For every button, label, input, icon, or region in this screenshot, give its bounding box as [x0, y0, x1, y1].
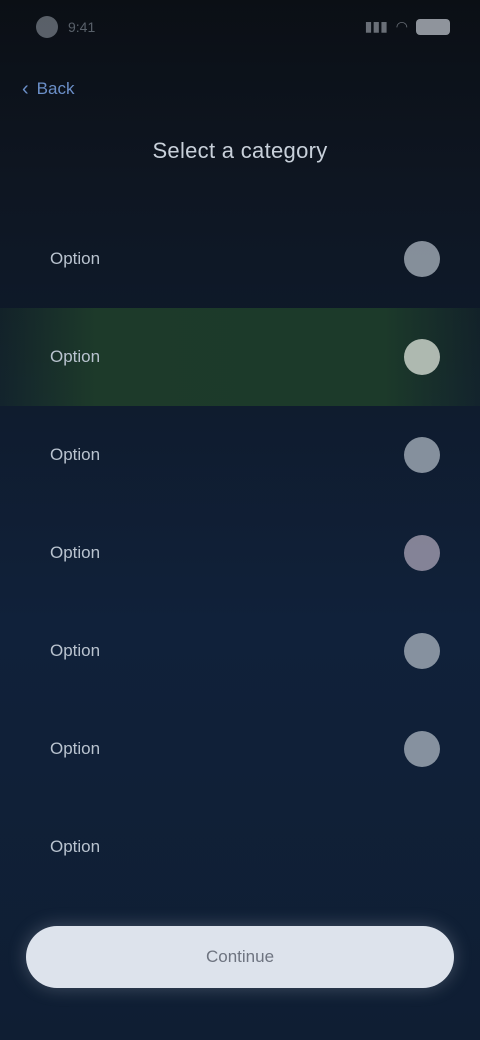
chevron-left-icon: ‹ — [22, 78, 29, 100]
status-right: ▮▮▮ ◠ — [365, 18, 450, 35]
radio-icon[interactable] — [404, 535, 440, 571]
page-title: Select a category — [152, 138, 328, 163]
screen: 9:41 ▮▮▮ ◠ ‹ Back Select a category Opti… — [0, 0, 480, 1040]
option-row-7[interactable]: Option — [0, 798, 480, 896]
options-list: Option Option Option Option Option Optio… — [0, 210, 480, 896]
option-row-1[interactable]: Option — [0, 210, 480, 308]
wifi-icon: ◠ — [395, 18, 408, 34]
radio-icon[interactable] — [404, 633, 440, 669]
option-label: Option — [50, 445, 101, 464]
option-row-3[interactable]: Option — [0, 406, 480, 504]
option-label: Option — [50, 543, 101, 562]
status-bar: 9:41 ▮▮▮ ◠ — [0, 0, 480, 56]
continue-button[interactable]: Continue — [26, 926, 454, 988]
option-row-6[interactable]: Option — [0, 700, 480, 798]
option-label: Option — [50, 739, 101, 758]
status-left: 9:41 — [36, 16, 95, 38]
option-row-5[interactable]: Option — [0, 602, 480, 700]
option-label: Option — [50, 837, 101, 856]
option-row-2[interactable]: Option — [0, 308, 480, 406]
option-label: Option — [50, 249, 101, 268]
radio-icon[interactable] — [404, 731, 440, 767]
option-label: Option — [50, 641, 101, 660]
battery-icon — [416, 18, 450, 35]
status-time: 9:41 — [68, 19, 96, 35]
signal-icon: ▮▮▮ — [364, 18, 388, 34]
camera-icon — [36, 16, 58, 38]
back-label: Back — [36, 79, 75, 98]
back-button[interactable]: ‹ Back — [22, 74, 74, 104]
option-row-4[interactable]: Option — [0, 504, 480, 602]
radio-icon[interactable] — [404, 437, 440, 473]
option-label: Option — [50, 347, 101, 366]
radio-icon[interactable] — [404, 241, 440, 277]
radio-selected-icon[interactable] — [404, 339, 440, 375]
